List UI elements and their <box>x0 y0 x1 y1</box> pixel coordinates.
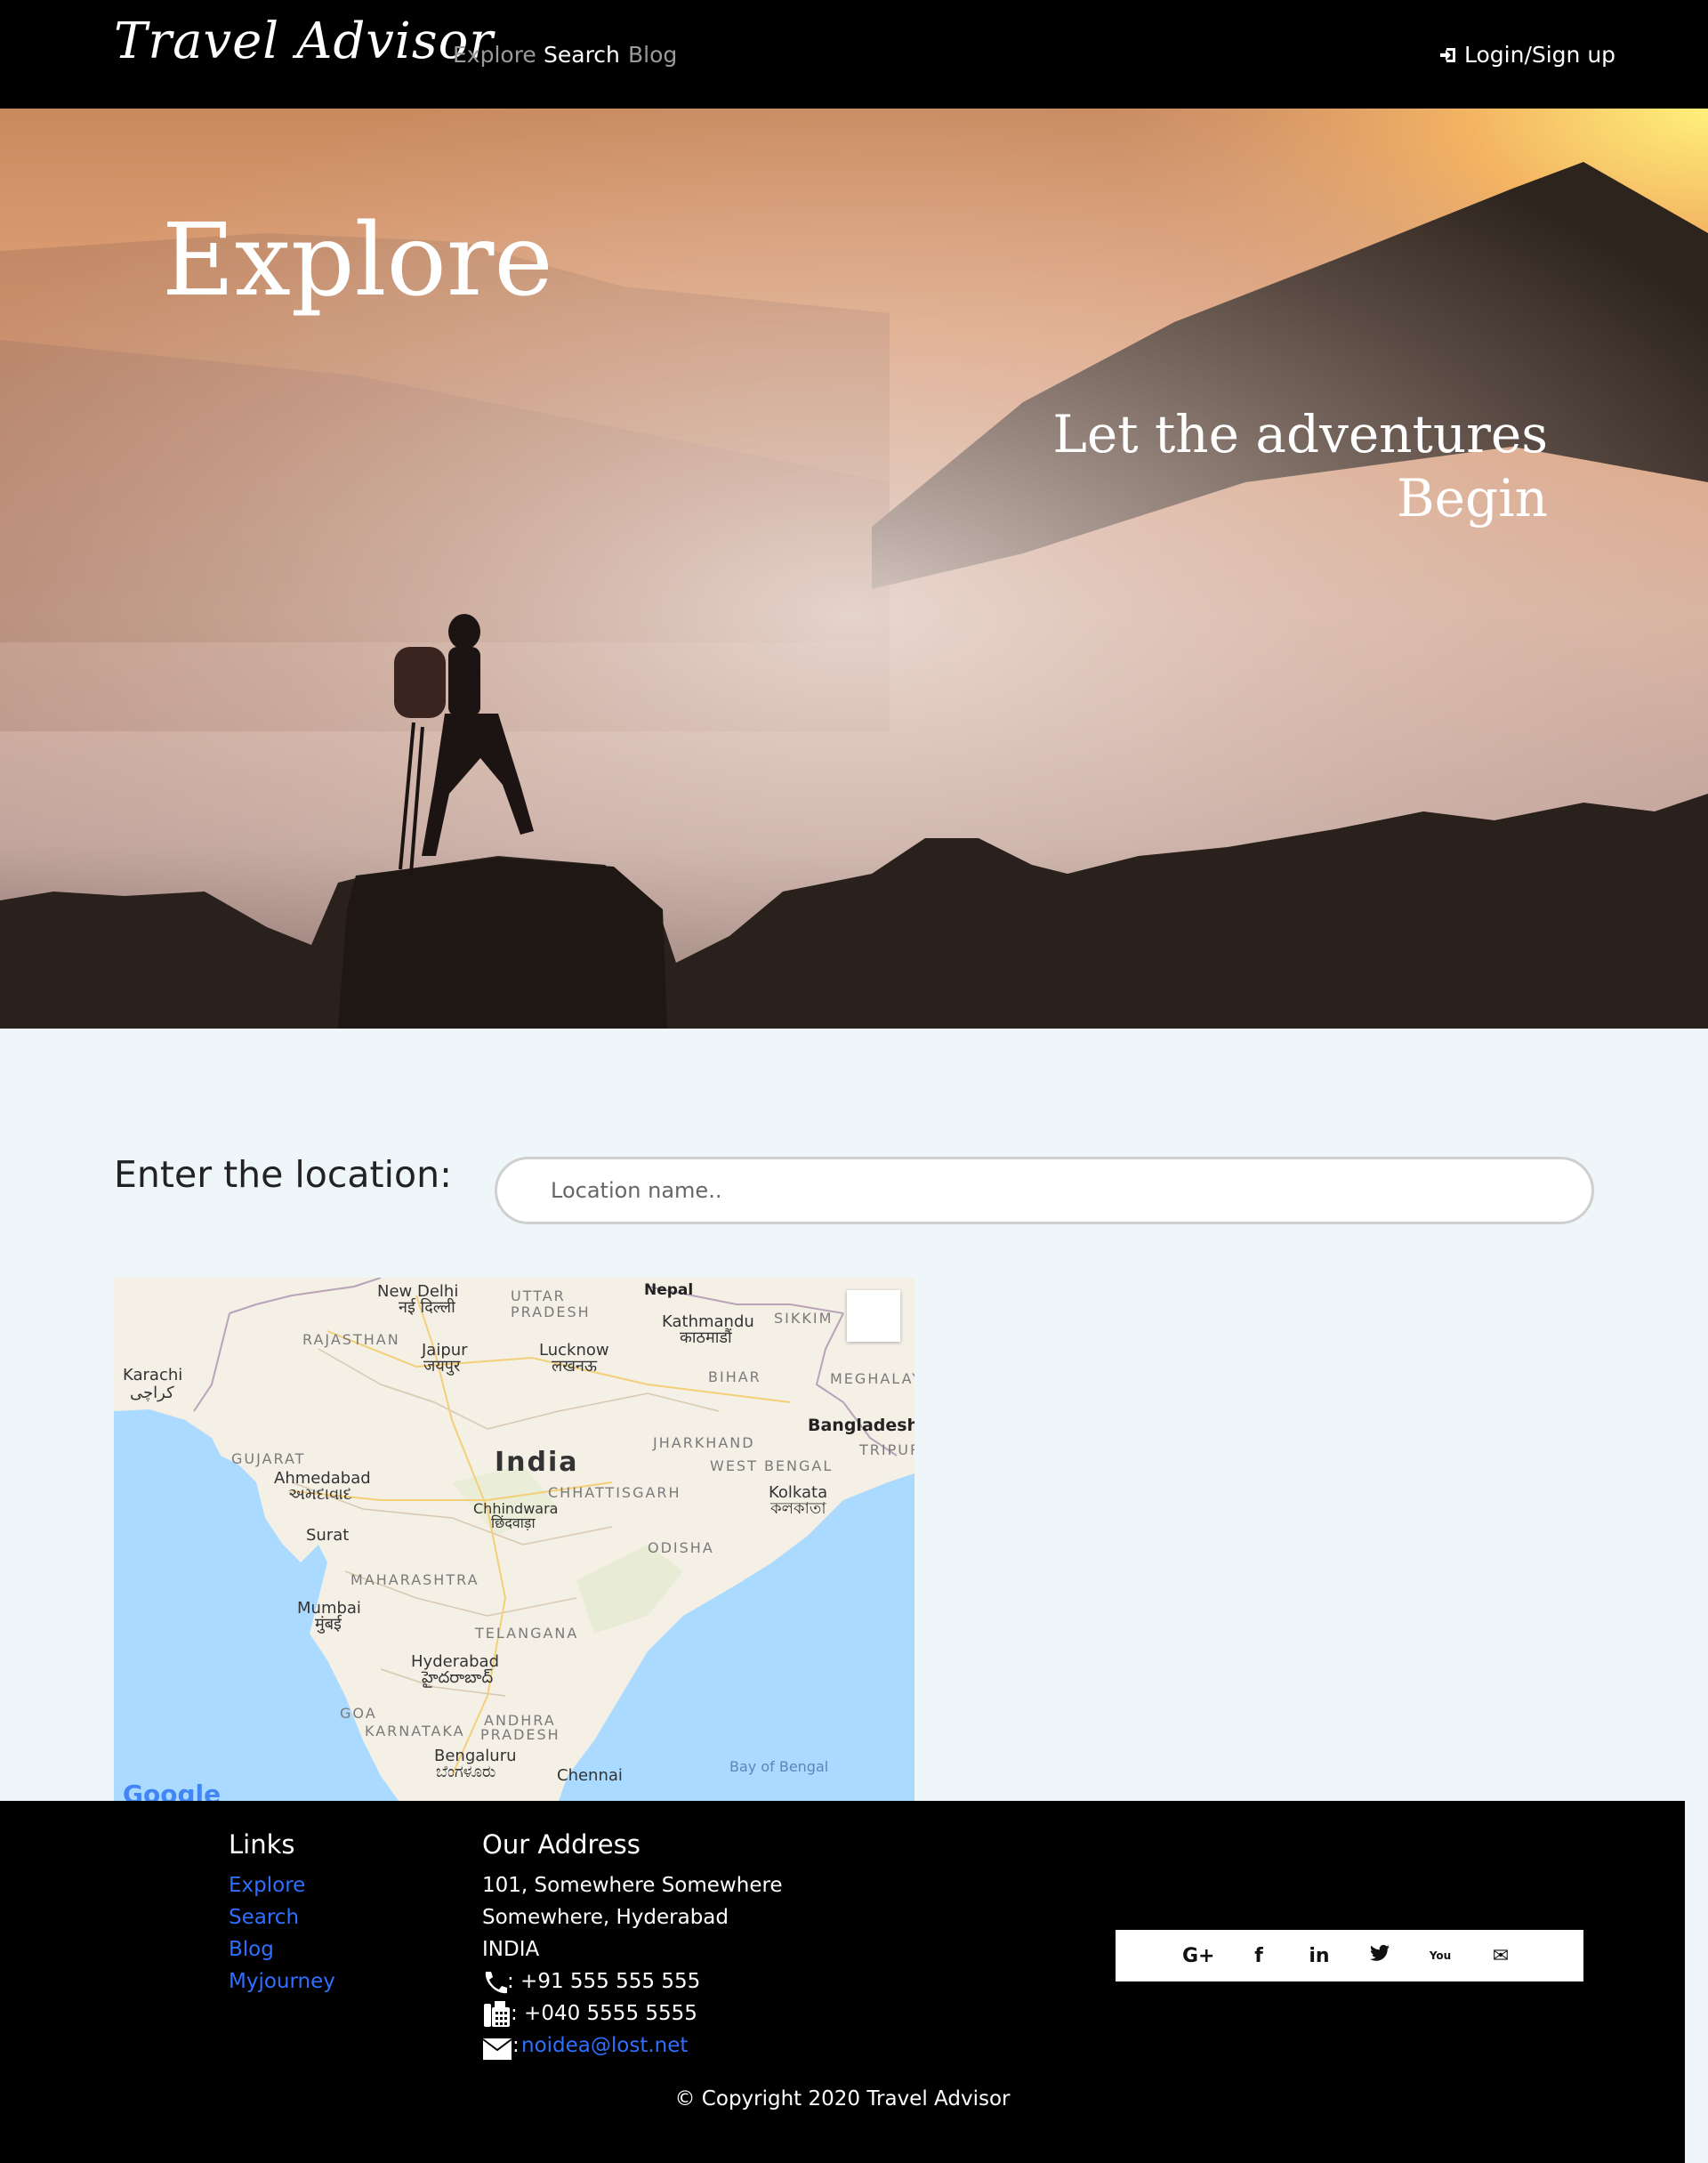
map-label-karachi-ur: کراچی <box>130 1384 174 1402</box>
phone-icon <box>485 1972 507 1994</box>
footer-link-myjourney[interactable]: Myjourney <box>229 1970 335 1993</box>
map-label-chennai: Chennai <box>557 1766 623 1785</box>
nav-link-search[interactable]: Search <box>544 42 620 68</box>
map-label-jharkhand: JHARKHAND <box>653 1434 755 1451</box>
youtube-label: You <box>1429 1949 1452 1962</box>
phone-number: : +91 555 555 555 <box>507 1970 701 1993</box>
youtube-icon[interactable]: You <box>1424 1950 1456 1961</box>
nav-link-blog[interactable]: Blog <box>628 42 677 68</box>
map-label-hyderabad-te: హైదరాబాద్ <box>422 1668 494 1687</box>
map-label-pradesh: PRADESH <box>480 1726 560 1743</box>
google-map[interactable]: New Delhi नई दिल्ली UTTAR PRADESH Nepal … <box>114 1278 914 1801</box>
map-label-maharashtra: MAHARASHTRA <box>350 1571 479 1588</box>
google-logo: Google <box>123 1780 222 1801</box>
map-label-sikkim: SIKKIM <box>774 1310 834 1327</box>
map-label-odisha: ODISHA <box>648 1539 714 1556</box>
hero-subtitle-line1: Let the adventures <box>1052 404 1548 464</box>
map-label-bihar: BIHAR <box>708 1368 761 1385</box>
sign-in-icon <box>1440 47 1455 62</box>
fullscreen-icon <box>847 1290 914 1801</box>
map-label-lucknow-hi: लखनऊ <box>552 1357 598 1376</box>
footer-address-heading: Our Address <box>482 1829 640 1860</box>
fax-icon <box>484 2001 510 2027</box>
address-line-1: 101, Somewhere Somewhere <box>482 1874 783 1897</box>
map-label-kolkata-bn: কলকাতা <box>770 1499 826 1518</box>
twitter-icon[interactable] <box>1364 1944 1396 1967</box>
mail-icon[interactable]: ✉ <box>1485 1945 1517 1967</box>
facebook-icon[interactable]: f <box>1243 1945 1275 1967</box>
email-prefix: : <box>512 2034 520 2057</box>
footer-link-blog[interactable]: Blog <box>229 1938 274 1961</box>
map-label-surat: Surat <box>306 1526 350 1545</box>
map-label-rajasthan: RAJASTHAN <box>302 1331 400 1348</box>
map-label-uttar-pradesh: UTTAR PRADESH <box>511 1287 591 1320</box>
login-label: Login/Sign up <box>1464 42 1616 68</box>
map-label-india: India <box>495 1447 579 1478</box>
map-label-chhindwara-hi: छिंदवाड़ा <box>491 1514 536 1531</box>
hero-subtitle-line2: Begin <box>1397 468 1548 529</box>
copyright-text: © Copyright 2020 Travel Advisor <box>674 2087 1011 2111</box>
footer-link-search[interactable]: Search <box>229 1906 299 1929</box>
google-plus-icon[interactable]: G+ <box>1182 1945 1215 1967</box>
fax-number: : +040 5555 5555 <box>511 2002 697 2025</box>
location-search-input[interactable] <box>495 1157 1594 1224</box>
location-label: Enter the location: <box>114 1153 452 1196</box>
map-label-nepal: Nepal <box>644 1281 694 1299</box>
nav-link-explore[interactable]: Explore <box>453 42 536 68</box>
map-label-new-delhi-hi: नई दिल्ली <box>399 1298 455 1317</box>
map-label-karachi: Karachi <box>123 1366 183 1384</box>
address-line-3: INDIA <box>482 1938 540 1961</box>
linkedin-icon[interactable]: in <box>1303 1945 1335 1967</box>
map-label-chhattisgarh: CHHATTISGARH <box>548 1484 681 1501</box>
envelope-icon <box>482 2038 512 2060</box>
map-label-bengaluru-kn: ಬೆಂಗಳೂರು <box>436 1763 496 1781</box>
social-links-bar: G+ f in You ✉ <box>1116 1930 1583 1981</box>
map-label-mumbai-hi: मुंबई <box>315 1615 342 1634</box>
login-signup-link[interactable]: Login/Sign up <box>1438 42 1615 68</box>
top-navbar: Travel Advisor Explore Search Blog Login… <box>0 0 1708 109</box>
map-label-goa: GOA <box>340 1705 377 1722</box>
map-label-karnataka: KARNATAKA <box>365 1723 465 1739</box>
map-label-west-bengal: WEST BENGAL <box>710 1457 834 1474</box>
map-label-jaipur-hi: जयपुर <box>423 1357 461 1376</box>
map-label-bay-of-bengal: Bay of Bengal <box>729 1758 829 1775</box>
footer-links-heading: Links <box>229 1829 295 1860</box>
hero-banner: Explore Let the adventures Begin <box>0 109 1708 1029</box>
hero-subtitle: Let the adventures Begin <box>1052 402 1548 530</box>
map-fullscreen-button[interactable] <box>847 1290 900 1342</box>
map-label-telangana: TELANGANA <box>475 1625 579 1642</box>
brand-logo[interactable]: Travel Advisor <box>114 12 494 70</box>
map-label-kathmandu-ne: काठमाडौं <box>680 1328 732 1347</box>
map-label-gujarat: GUJARAT <box>231 1450 306 1467</box>
footer-link-explore[interactable]: Explore <box>229 1874 305 1897</box>
hero-title: Explore <box>162 203 553 319</box>
map-label-ahmedabad-gu: અમદાવાદ <box>288 1485 352 1504</box>
address-line-2: Somewhere, Hyderabad <box>482 1906 729 1929</box>
email-link[interactable]: noidea@lost.net <box>521 2034 688 2057</box>
